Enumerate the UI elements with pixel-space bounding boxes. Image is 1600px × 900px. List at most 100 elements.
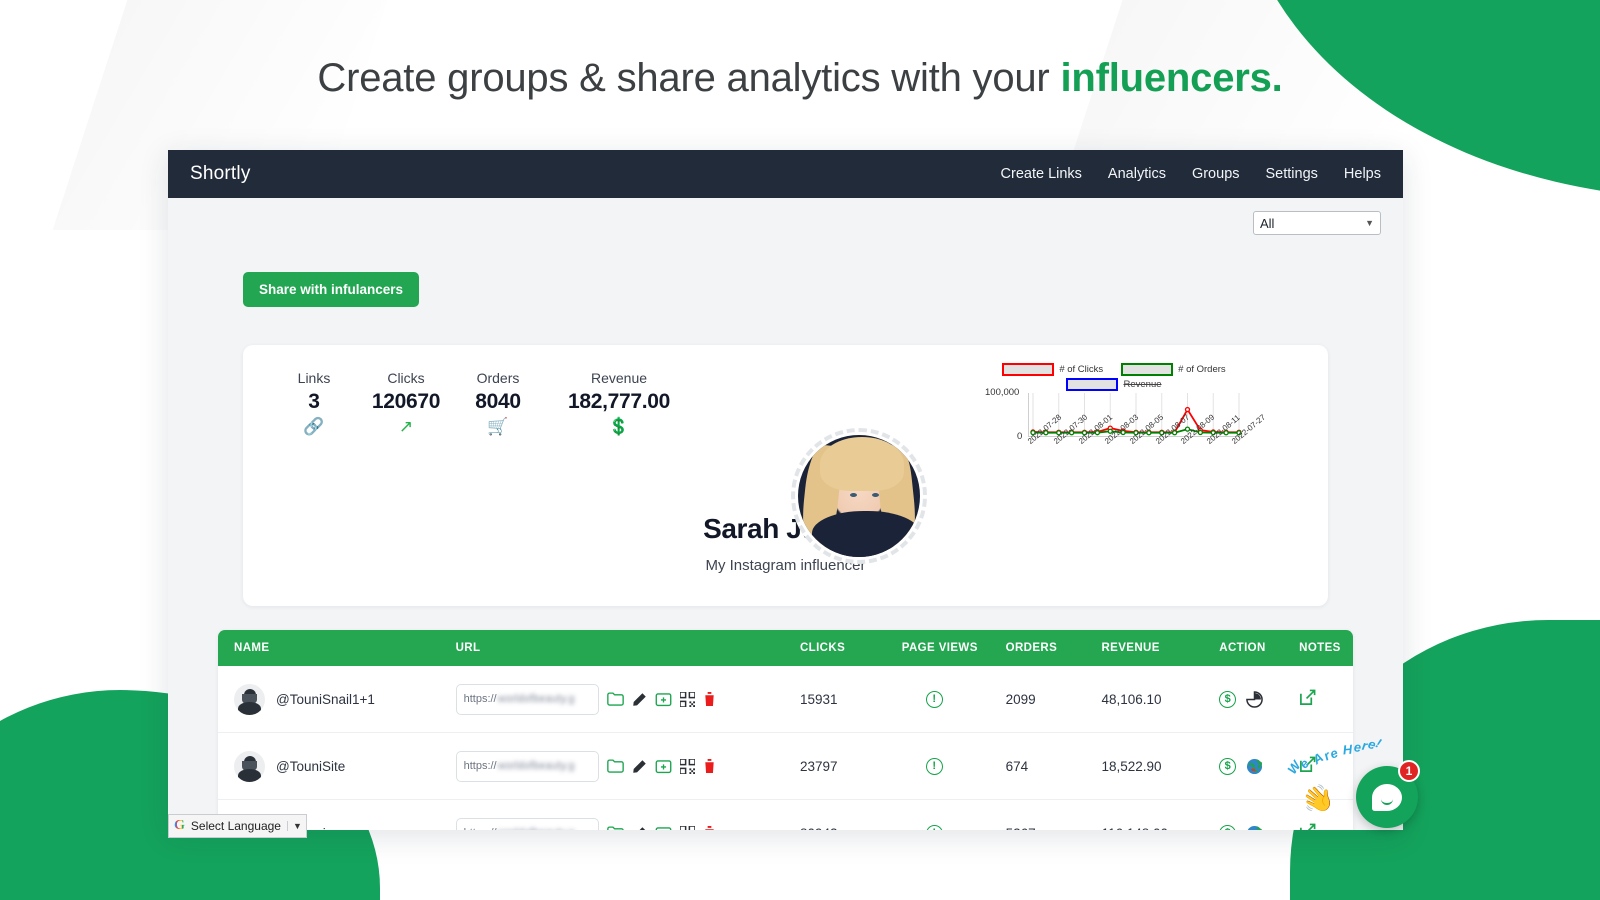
row-page-views-cell: !: [894, 757, 998, 775]
delete-trash-icon[interactable]: [703, 691, 716, 707]
folder-open-icon[interactable]: [606, 758, 624, 774]
nav-item-create-links[interactable]: Create Links: [1001, 166, 1082, 182]
row-clicks-value: 15931: [799, 691, 838, 707]
chevron-down-icon: ▼: [1365, 218, 1374, 228]
legend-label: # of Clicks: [1059, 364, 1104, 375]
page-headline: Create groups & share analytics with you…: [0, 56, 1600, 101]
row-action-cell: $: [1211, 824, 1291, 830]
stat-value: 8040: [475, 390, 521, 413]
delete-trash-icon[interactable]: [703, 825, 716, 830]
legend-item-revenue[interactable]: Revenue: [1066, 378, 1162, 391]
qr-code-icon[interactable]: [679, 758, 695, 774]
app-brand: Shortly: [190, 163, 251, 184]
avatar-hair-top: [820, 437, 904, 491]
profile-name-block: Sarah Jtouni My Instagram influencer: [243, 513, 1328, 574]
stat-clicks: Clicks 120670 ↗: [360, 370, 452, 435]
group-filter-select[interactable]: All ▼: [1253, 211, 1381, 235]
link-icon: 🔗: [303, 417, 325, 436]
row-url-cell: https://worldofbeauty.g: [448, 683, 792, 715]
edit-pencil-icon[interactable]: [632, 826, 647, 830]
legend-label: Revenue: [1123, 379, 1162, 390]
globe-icon[interactable]: [1246, 758, 1263, 775]
row-name-label: @TouniSite: [276, 758, 346, 774]
edit-pencil-icon[interactable]: [632, 692, 647, 707]
row-name-cell: @TouniSnail1+1: [218, 683, 448, 715]
stat-label: Orders: [476, 370, 520, 386]
row-name-cell: @TouniSite: [218, 750, 448, 782]
url-input[interactable]: https://worldofbeauty.g: [455, 817, 599, 830]
google-translate-bar[interactable]: G Select Language ▼: [168, 814, 307, 838]
avatar-eye: [850, 493, 857, 497]
dollar-circle-icon[interactable]: $: [1219, 757, 1237, 775]
legend-swatch-orders: [1121, 363, 1174, 376]
profile-card: Links 3 🔗 Clicks 120670 ↗ Orders 8040 🛒: [243, 345, 1328, 606]
cart-icon: 🛒: [487, 417, 509, 436]
edit-pencil-icon[interactable]: [632, 759, 647, 774]
url-blurred-text: worldofbeauty.g: [497, 693, 575, 705]
add-to-folder-icon[interactable]: [655, 759, 672, 774]
column-header-page-views: PAGE VIEWS: [901, 642, 978, 654]
url-blurred-text: worldofbeauty.g: [498, 827, 575, 830]
column-header-url: URL: [455, 642, 481, 654]
profile-subtitle: My Instagram influencer: [705, 557, 866, 574]
stat-value: 3: [308, 390, 320, 413]
y-axis-tick-zero: 0: [1017, 431, 1023, 442]
dollar-circle-icon[interactable]: $: [1219, 690, 1237, 708]
row-clicks-value: 23797: [799, 758, 838, 774]
nav-item-settings[interactable]: Settings: [1266, 166, 1318, 182]
row-revenue-value: 48,106.10: [1101, 691, 1162, 707]
dollar-circle-icon[interactable]: $: [1219, 824, 1237, 830]
legend-swatch-revenue[interactable]: [1066, 378, 1119, 391]
app-navbar: Shortly Create Links Analytics Groups Se…: [168, 150, 1403, 198]
chevron-down-icon[interactable]: ▼: [286, 821, 302, 831]
stats-row: Links 3 🔗 Clicks 120670 ↗ Orders 8040 🛒: [268, 370, 694, 435]
group-filter-value: All: [1260, 215, 1275, 231]
stat-label: Revenue: [590, 370, 648, 386]
legend-swatch-clicks: [1002, 363, 1055, 376]
url-input[interactable]: https://worldofbeauty.g: [455, 683, 599, 715]
folder-open-icon[interactable]: [606, 825, 624, 830]
row-page-views-cell: !: [894, 690, 998, 708]
chart-x-axis-labels: 2022-07-28 2022-07-30 2022-08-01 2022-08-03…: [1026, 413, 1267, 485]
legend-label: # of Orders: [1178, 364, 1226, 375]
row-url-cell: https://worldofbeauty.g: [448, 750, 792, 782]
column-header-action: ACTION: [1219, 642, 1266, 654]
globe-icon[interactable]: [1246, 825, 1263, 830]
row-avatar-icon: [234, 683, 265, 715]
chat-widget[interactable]: We Are Here! 👋 1: [1284, 735, 1420, 836]
screenshot-root: Create groups & share analytics with you…: [0, 0, 1600, 900]
stat-label: Links: [297, 370, 331, 386]
nav-item-analytics[interactable]: Analytics: [1108, 166, 1166, 182]
column-header-notes: NOTES: [1299, 642, 1341, 654]
row-revenue-value: 116,148.00: [1093, 826, 1211, 831]
delete-trash-icon[interactable]: [703, 758, 716, 774]
table-row: @TouniSnail1+1 https://worldofbeauty.g 159…: [218, 666, 1353, 733]
nav-item-groups[interactable]: Groups: [1192, 166, 1240, 182]
row-orders-value: 5267: [998, 826, 1094, 831]
row-orders-value: 2099: [1005, 691, 1036, 707]
warning-circle-icon[interactable]: !: [925, 690, 943, 708]
pie-chart-icon[interactable]: [1246, 690, 1264, 708]
url-input[interactable]: https://worldofbeauty.g: [455, 750, 599, 782]
row-avatar-icon: [234, 750, 265, 782]
notes-edit-icon[interactable]: [1299, 689, 1316, 706]
legend-item-clicks: # of Clicks: [1002, 363, 1103, 376]
table-header-row: NAME URL CLICKS PAGE VIEWS ORDERS REVENU…: [218, 630, 1353, 666]
qr-code-icon[interactable]: [679, 825, 695, 830]
nav-item-helps[interactable]: Helps: [1344, 166, 1381, 182]
folder-open-icon[interactable]: [606, 691, 624, 707]
headline-plain: Create groups & share analytics with you…: [317, 56, 1061, 100]
row-url-cell: https://worldofbeauty.g: [448, 817, 792, 830]
add-to-folder-icon[interactable]: [655, 826, 672, 830]
row-revenue-value: 18,522.90: [1101, 758, 1162, 774]
add-to-folder-icon[interactable]: [655, 692, 672, 707]
row-clicks-value: 80942: [792, 826, 894, 831]
warning-circle-icon[interactable]: !: [925, 757, 943, 775]
share-with-influencers-button[interactable]: Share with infulancers: [243, 272, 420, 307]
qr-code-icon[interactable]: [679, 691, 695, 707]
avatar-eye: [872, 493, 879, 497]
warning-circle-icon[interactable]: !: [925, 824, 943, 830]
table-row: @Jtouni-mascarahttps://worldofbeauty.g80…: [218, 800, 1353, 830]
url-blurred-text: worldofbeauty.g: [497, 760, 575, 772]
row-notes-cell: [1291, 689, 1353, 709]
